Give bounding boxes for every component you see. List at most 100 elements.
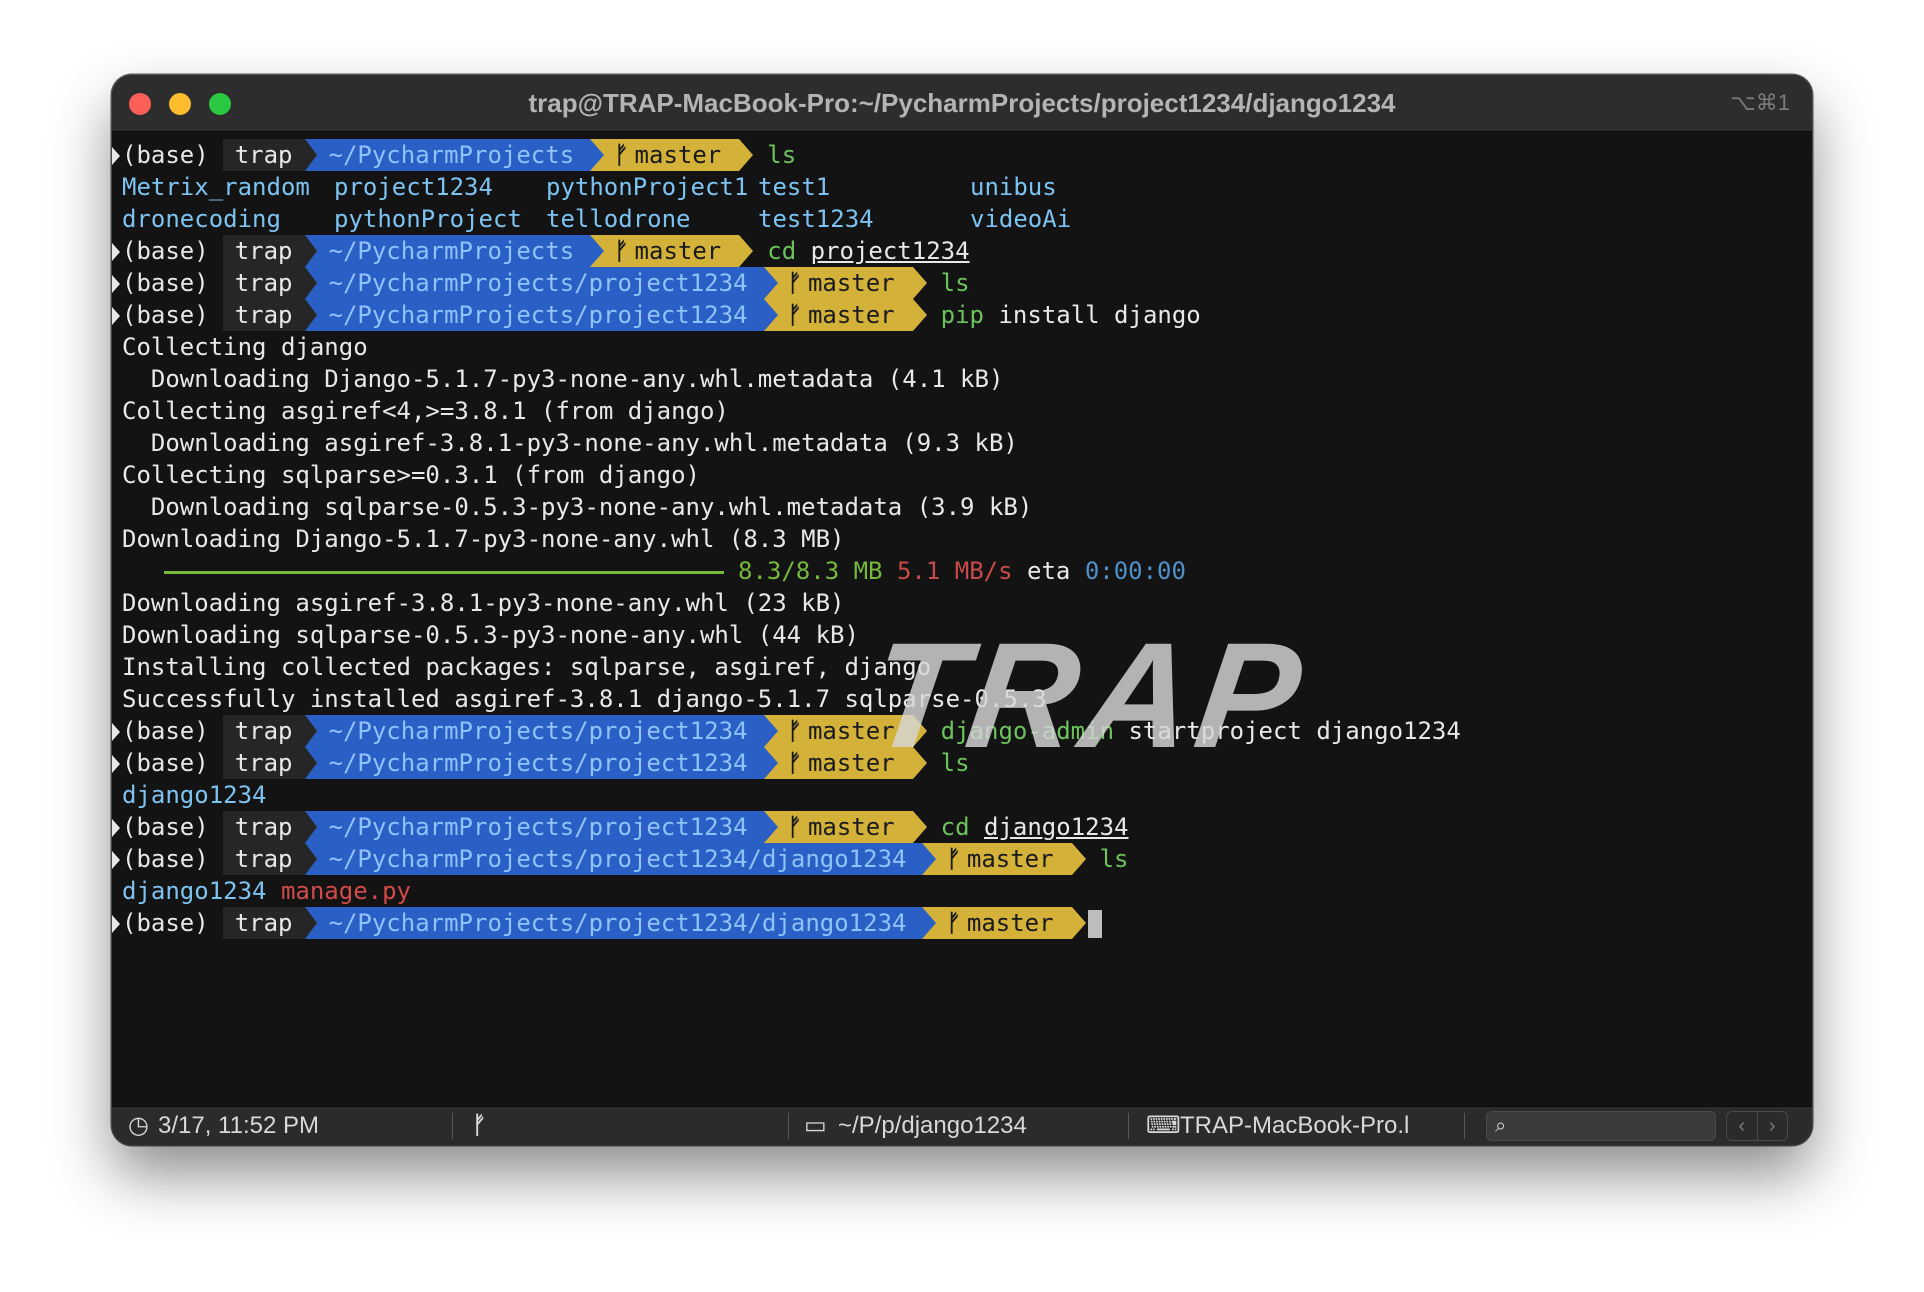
dir-segment: ~/PycharmProjects/project1234/django1234 bbox=[304, 843, 923, 875]
progress-size: 8.3/8.3 MB bbox=[738, 557, 883, 585]
git-branch-icon: ᚠ bbox=[787, 813, 802, 841]
env-segment: (base) bbox=[122, 749, 209, 777]
git-segment: ᚠ master bbox=[763, 267, 927, 299]
env-segment: (base) bbox=[122, 141, 209, 169]
command-text: cd django1234 bbox=[941, 811, 1129, 843]
prompt-caret-icon bbox=[112, 723, 120, 741]
prompt-line: (base) trap ~/PycharmProjects/project1234 ᚠ… bbox=[112, 267, 1812, 299]
command-args: install django bbox=[984, 301, 1201, 329]
branch-label: master bbox=[807, 813, 895, 841]
dir-segment: ~/PycharmProjects bbox=[304, 139, 591, 171]
ls-entry: project1234 bbox=[334, 173, 493, 201]
prompt-line: (base) trap ~/PycharmProjects/project1234 ᚠ… bbox=[112, 299, 1812, 331]
env-segment: (base) bbox=[122, 301, 209, 329]
env-segment: (base) bbox=[122, 909, 209, 937]
current-prompt-line[interactable]: (base) trap ~/PycharmProjects/project1234/… bbox=[112, 907, 1812, 939]
git-segment: ᚠ master bbox=[763, 299, 927, 331]
command-arg: django1234 bbox=[984, 813, 1129, 841]
output-line: Collecting django bbox=[122, 333, 368, 361]
prompt-caret-icon bbox=[112, 755, 120, 773]
user-segment: trap bbox=[222, 139, 305, 171]
user-segment: trap bbox=[222, 811, 305, 843]
ls-entry: videoAi bbox=[970, 205, 1072, 233]
dir-segment: ~/PycharmProjects/project1234 bbox=[304, 747, 764, 779]
terminal-window: trap@TRAP-MacBook-Pro:~/PycharmProjects/… bbox=[112, 75, 1812, 1145]
prompt-caret-icon bbox=[112, 147, 120, 165]
ls-output-row: dronecoding pythonProject tellodrone tes… bbox=[112, 203, 1812, 235]
status-host: TRAP-MacBook-Pro.l bbox=[1180, 1112, 1410, 1139]
user-segment: trap bbox=[222, 267, 305, 299]
command-text: ls bbox=[1099, 845, 1129, 873]
progress-line: 8.3/8.3 MB 5.1 MB/s eta 0:00:00 bbox=[112, 555, 1812, 587]
ls-output-row: django1234 manage.py bbox=[112, 875, 1812, 907]
user-segment: trap bbox=[222, 299, 305, 331]
ls-entry: django1234 bbox=[122, 877, 267, 905]
dir-segment: ~/PycharmProjects/project1234 bbox=[304, 715, 764, 747]
branch-label: master bbox=[807, 269, 895, 297]
command-text: ls bbox=[767, 141, 797, 169]
output-line: Collecting sqlparse>=0.3.1 (from django) bbox=[122, 461, 700, 489]
ls-entry: unibus bbox=[970, 173, 1057, 201]
user-segment: trap bbox=[222, 235, 305, 267]
text-cursor[interactable] bbox=[1087, 910, 1102, 938]
git-branch-icon: ᚠ bbox=[787, 301, 802, 329]
git-branch-icon: ᚠ bbox=[787, 749, 802, 777]
status-divider bbox=[788, 1113, 789, 1139]
progress-speed: 5.1 MB/s bbox=[896, 557, 1013, 585]
prompt-caret-icon bbox=[112, 275, 120, 293]
terminal-output[interactable]: (base) trap ~/PycharmProjects ᚠ master ls Met… bbox=[112, 139, 1812, 1107]
dir-segment: ~/PycharmProjects/project1234 bbox=[304, 267, 764, 299]
laptop-icon: ⌨ bbox=[1146, 1112, 1181, 1139]
status-divider bbox=[1128, 1113, 1129, 1139]
prompt-caret-icon bbox=[112, 819, 120, 837]
git-branch-icon: ᚠ bbox=[787, 717, 802, 745]
user-segment: trap bbox=[222, 715, 305, 747]
dir-segment: ~/PycharmProjects/project1234 bbox=[304, 811, 764, 843]
git-segment: ᚠ master bbox=[922, 843, 1086, 875]
ls-entry: pythonProject bbox=[334, 205, 522, 233]
prompt-line: (base) trap ~/PycharmProjects/project1234/… bbox=[112, 843, 1812, 875]
output-line: Collecting asgiref<4,>=3.8.1 (from djang… bbox=[122, 397, 729, 425]
progress-eta-label: eta bbox=[1027, 557, 1071, 585]
status-divider bbox=[1464, 1113, 1465, 1139]
ls-entry: dronecoding bbox=[122, 205, 281, 233]
folder-icon: ▭ bbox=[804, 1112, 827, 1139]
command-text: pip install django bbox=[941, 299, 1201, 331]
find-next-button[interactable]: › bbox=[1756, 1112, 1788, 1140]
title-bar[interactable]: trap@TRAP-MacBook-Pro:~/PycharmProjects/… bbox=[112, 75, 1812, 132]
output-line: Downloading asgiref-3.8.1-py3-none-any.w… bbox=[122, 429, 1018, 457]
prompt-caret-icon bbox=[112, 851, 120, 869]
branch-label: master bbox=[966, 909, 1054, 937]
command-arg: project1234 bbox=[810, 237, 970, 265]
user-segment: trap bbox=[222, 907, 305, 939]
command-text: ls bbox=[940, 269, 970, 297]
status-clock: 3/17, 11:52 PM bbox=[158, 1112, 319, 1139]
command-name: pip bbox=[940, 301, 984, 329]
git-branch-icon: ᚠ bbox=[472, 1112, 487, 1139]
prompt-caret-icon bbox=[112, 243, 120, 261]
progress-eta: 0:00:00 bbox=[1084, 557, 1186, 585]
ls-entry: manage.py bbox=[280, 877, 411, 905]
git-branch-icon: ᚠ bbox=[614, 141, 629, 169]
git-segment: ᚠ master bbox=[590, 139, 754, 171]
prompt-caret-icon bbox=[112, 915, 120, 933]
env-segment: (base) bbox=[122, 269, 209, 297]
env-segment: (base) bbox=[122, 717, 209, 745]
prompt-line: (base) trap ~/PycharmProjects/project1234 ᚠ… bbox=[112, 811, 1812, 843]
command-name: cd bbox=[767, 237, 797, 265]
user-segment: trap bbox=[222, 747, 305, 779]
find-input[interactable]: ⌕ bbox=[1486, 1111, 1716, 1141]
command-name: cd bbox=[940, 813, 970, 841]
trap-watermark: TRAP bbox=[860, 611, 1317, 779]
status-path[interactable]: ~/P/p/django1234 bbox=[838, 1107, 1027, 1145]
branch-label: master bbox=[634, 237, 722, 265]
find-previous-button[interactable]: ‹ bbox=[1727, 1112, 1757, 1140]
window-shortcut: ⌥⌘1 bbox=[1730, 90, 1790, 115]
output-line: Downloading sqlparse-0.5.3-py3-none-any.… bbox=[122, 493, 1033, 521]
branch-label: master bbox=[634, 141, 722, 169]
git-segment: ᚠ master bbox=[922, 907, 1086, 939]
output-line: Downloading Django-5.1.7-py3-none-any.wh… bbox=[122, 365, 1004, 393]
git-branch-icon: ᚠ bbox=[946, 845, 961, 873]
git-branch-icon: ᚠ bbox=[946, 909, 961, 937]
clock-icon: ◷ bbox=[128, 1112, 149, 1139]
